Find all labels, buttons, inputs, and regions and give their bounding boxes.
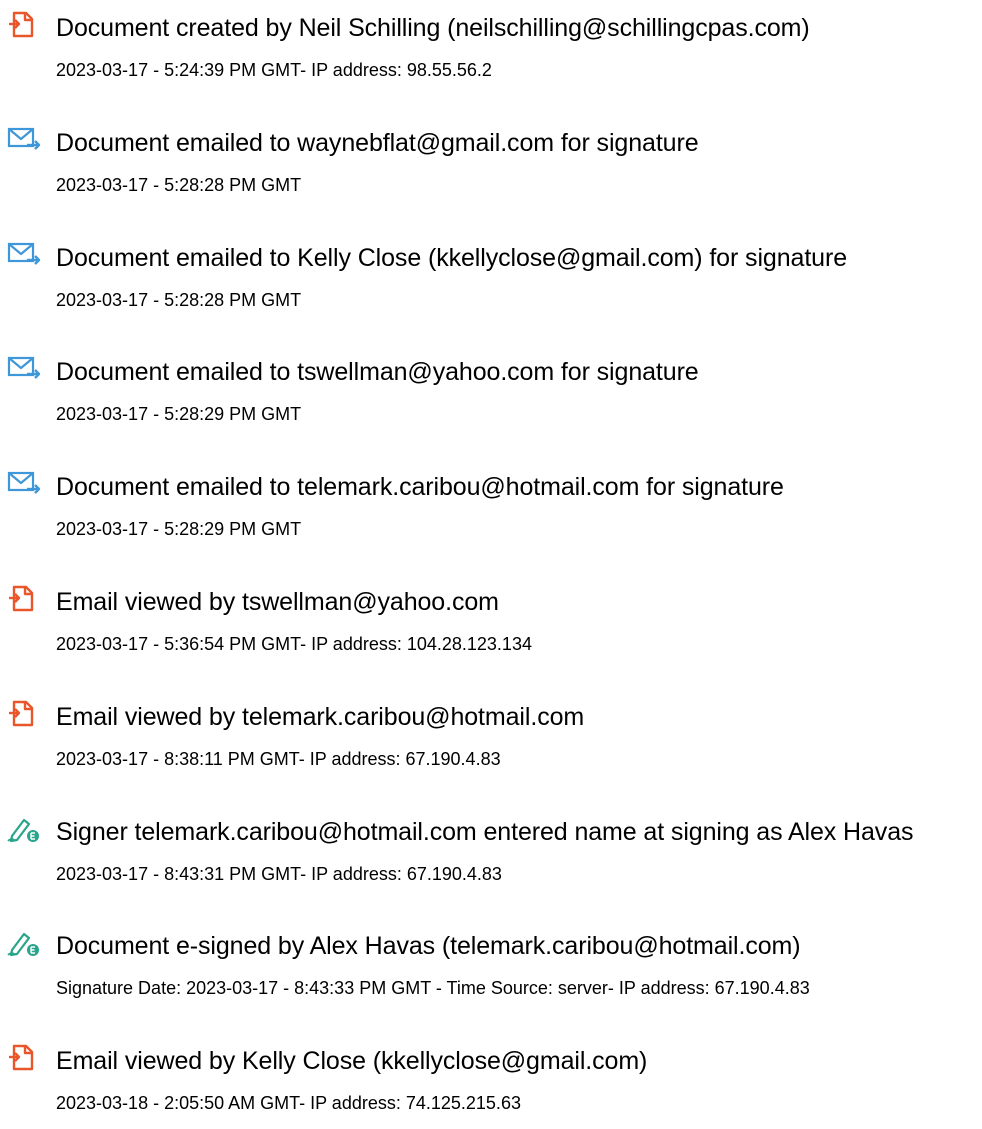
event-timestamp: 2023-03-17 - 5:28:28 PM GMT xyxy=(56,174,302,195)
email-send-icon xyxy=(6,469,42,499)
document-icon xyxy=(6,584,42,614)
audit-event: Signer telemark.caribou@hotmail.com ente… xyxy=(0,810,982,900)
event-title: Document emailed to Kelly Close (kkellyc… xyxy=(56,243,848,272)
audit-event: Document emailed to telemark.caribou@hot… xyxy=(0,465,982,555)
event-timestamp: 2023-03-18 - 2:05:50 AM GMT- IP address:… xyxy=(56,1093,521,1114)
event-timestamp: 2023-03-17 - 5:24:39 PM GMT- IP address:… xyxy=(56,60,492,80)
event-title: Document created by Neil Schilling (neil… xyxy=(56,14,810,42)
audit-event: Email viewed by telemark.caribou@hotmail… xyxy=(0,695,982,785)
document-icon xyxy=(6,1043,42,1073)
audit-event: Document emailed to waynebflat@gmail.com… xyxy=(0,121,982,211)
audit-event: Email viewed by Kelly Close (kkellyclose… xyxy=(0,1039,982,1129)
audit-event: Document e-signed by Alex Havas (telemar… xyxy=(0,924,982,1014)
event-timestamp: 2023-03-17 - 8:43:31 PM GMT- IP address:… xyxy=(56,863,502,884)
event-title: Signer telemark.caribou@hotmail.com ente… xyxy=(56,817,914,846)
event-timestamp: 2023-03-17 - 5:28:29 PM GMT xyxy=(56,404,302,425)
email-send-icon xyxy=(6,125,42,155)
event-timestamp: 2023-03-17 - 5:28:28 PM GMT xyxy=(56,289,302,310)
event-title: Email viewed by Kelly Close (kkellyclose… xyxy=(56,1047,648,1076)
audit-event: Document emailed to tswellman@yahoo.com … xyxy=(0,350,982,440)
event-title: Email viewed by tswellman@yahoo.com xyxy=(56,588,499,616)
audit-event: Email viewed by tswellman@yahoo.com 2023-… xyxy=(0,580,982,670)
event-title: Document e-signed by Alex Havas (telemar… xyxy=(56,932,801,961)
event-title: Document emailed to tswellman@yahoo.com … xyxy=(56,358,699,387)
document-icon xyxy=(6,10,42,40)
email-send-icon xyxy=(6,240,42,270)
audit-event: Document emailed to Kelly Close (kkellyc… xyxy=(0,236,982,326)
document-icon xyxy=(6,699,42,729)
event-timestamp: 2023-03-17 - 5:28:29 PM GMT xyxy=(56,519,302,540)
event-title: Document emailed to telemark.caribou@hot… xyxy=(56,473,784,502)
signature-pen-icon xyxy=(6,928,42,958)
signature-pen-icon xyxy=(6,814,42,844)
event-timestamp: 2023-03-17 - 8:38:11 PM GMT- IP address:… xyxy=(56,748,501,769)
event-timestamp: Signature Date: 2023-03-17 - 8:43:33 PM … xyxy=(56,978,810,999)
audit-event: Document created by Neil Schilling (neil… xyxy=(0,6,982,96)
event-timestamp: 2023-03-17 - 5:36:54 PM GMT- IP address:… xyxy=(56,634,532,654)
event-title: Email viewed by telemark.caribou@hotmail… xyxy=(56,702,585,731)
event-title: Document emailed to waynebflat@gmail.com… xyxy=(56,128,699,157)
email-send-icon xyxy=(6,354,42,384)
